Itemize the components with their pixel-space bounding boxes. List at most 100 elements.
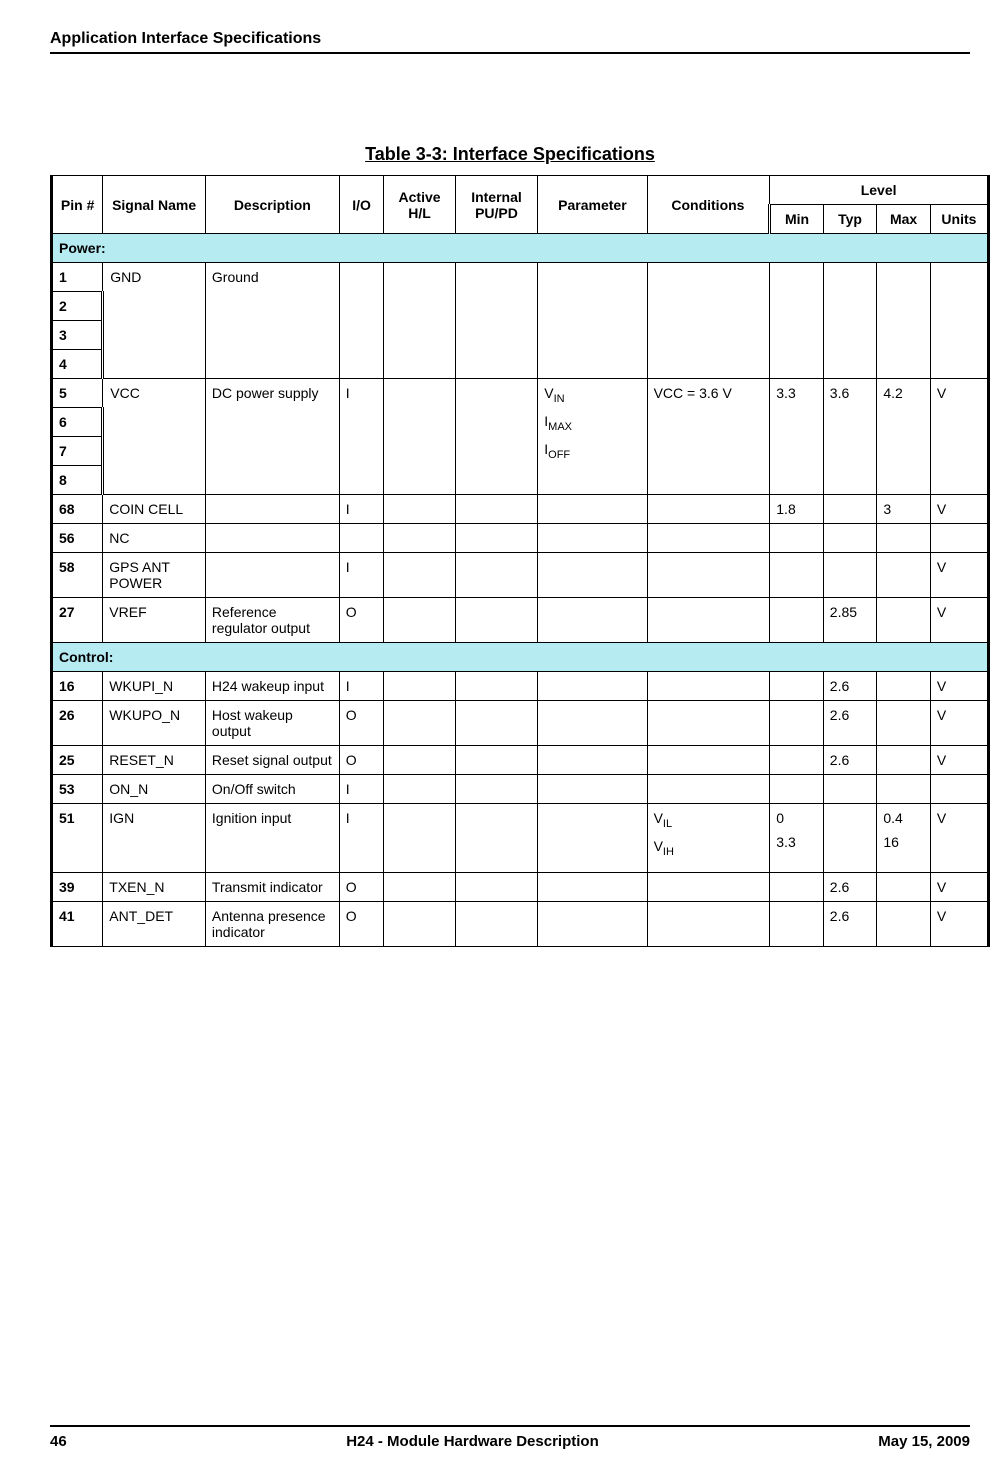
cell-typ [823,553,877,598]
table-row: 39 TXEN_N Transmit indi­cator O 2.6 V [52,872,989,901]
cell-active [384,553,455,598]
cell-param: VIN IMAX IOFF [538,379,647,495]
table-row: 5 VCC DC power supply I VIN IMAX IOFF VC… [52,379,989,408]
cell-typ: 2.6 [823,672,877,701]
cell-param [538,746,647,775]
footer-doc: H24 - Module Hardware Description [67,1433,879,1450]
footer-date: May 15, 2009 [878,1433,970,1450]
cell-pupd [455,598,538,643]
cell-units: V [930,553,988,598]
max-vih: 16 [883,834,924,850]
cell-min [770,672,824,701]
cell-min [770,701,824,746]
cell-io: I [339,804,384,873]
cell-io: I [339,495,384,524]
cell-cond [647,872,770,901]
cell-param [538,804,647,873]
cell-param [538,263,647,379]
section-control-label: Control: [52,643,989,672]
cell-pupd [455,263,538,379]
cell-param [538,872,647,901]
cell-signal: GPS ANT POWER [103,553,206,598]
cell-max [877,598,931,643]
cell-pupd [455,901,538,946]
col-signal: Signal Name [103,176,206,234]
cell-desc [205,524,339,553]
cell-cond: VCC = 3.6 V [647,379,770,495]
cell-desc: Transmit indi­cator [205,872,339,901]
table-row: 26 WKUPO_N Host wakeup output O 2.6 V [52,701,989,746]
cell-pupd [455,872,538,901]
cell-min [770,901,824,946]
cell-max [877,553,931,598]
interface-spec-table: Pin # Signal Name Description I/O Active… [50,175,990,947]
cell-param [538,524,647,553]
cell-desc: Reference regulator out­put [205,598,339,643]
cond-vih: V [654,838,663,854]
cell-max [877,901,931,946]
cell-signal: VCC [103,379,206,495]
cell-min: 3.3 [770,379,824,495]
cell-pin: 5 [52,379,103,408]
cell-active [384,598,455,643]
cell-pupd [455,524,538,553]
cell-units: V [930,872,988,901]
table-row: 1 GND Ground [52,263,989,292]
cell-active [384,872,455,901]
cell-signal: ANT_DET [103,901,206,946]
cell-desc: Antenna pres­ence indicator [205,901,339,946]
cell-pupd [455,775,538,804]
cell-io: O [339,872,384,901]
cell-param [538,598,647,643]
cell-max: 3 [877,495,931,524]
cell-pin: 16 [52,672,103,701]
cell-max [877,672,931,701]
cell-signal: RESET_N [103,746,206,775]
cell-active [384,495,455,524]
cell-io: O [339,901,384,946]
cell-cond [647,553,770,598]
cell-typ: 2.6 [823,701,877,746]
cell-active [384,804,455,873]
table-row: 16 WKUPI_N H24 wakeup input I 2.6 V [52,672,989,701]
col-cond: Conditions [647,176,770,234]
cell-pupd [455,701,538,746]
cell-typ [823,495,877,524]
table-row: 51 IGN Ignition input I VIL VIH 0 3.3 0.… [52,804,989,873]
cell-pin: 26 [52,701,103,746]
col-units: Units [930,205,988,234]
cell-cond [647,263,770,379]
cell-active [384,701,455,746]
cell-units: V [930,746,988,775]
cell-cond [647,775,770,804]
col-level: Level [770,176,989,205]
cell-io: O [339,701,384,746]
cell-min [770,598,824,643]
table-row: 53 ON_N On/Off switch I [52,775,989,804]
cell-pupd [455,379,538,495]
cell-desc: On/Off switch [205,775,339,804]
cell-max: 0.4 16 [877,804,931,873]
cell-pin: 51 [52,804,103,873]
header-rule [50,52,970,54]
cell-max [877,775,931,804]
cell-units: V [930,379,988,495]
cell-typ [823,263,877,379]
cell-units [930,775,988,804]
cell-param [538,901,647,946]
cell-signal: IGN [103,804,206,873]
cell-io: I [339,672,384,701]
col-desc: Description [205,176,339,234]
col-pupd: Internal PU/PD [455,176,538,234]
cell-pupd [455,553,538,598]
cell-desc [205,553,339,598]
cell-io [339,263,384,379]
section-power: Power: [52,234,989,263]
cell-pin: 56 [52,524,103,553]
cell-typ [823,524,877,553]
cell-pin: 4 [52,350,103,379]
cell-units: V [930,672,988,701]
cell-pin: 1 [52,263,103,292]
cell-io [339,524,384,553]
param-imax-sub: MAX [548,421,572,433]
